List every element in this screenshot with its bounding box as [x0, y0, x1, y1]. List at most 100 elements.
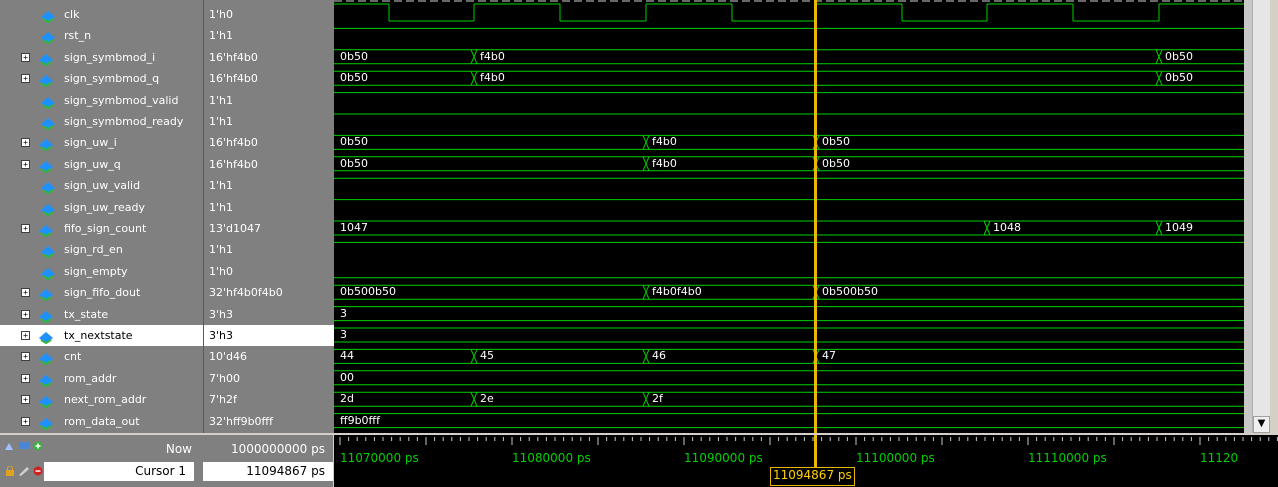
monitor-icon[interactable] [18, 441, 30, 451]
expand-icon[interactable]: + [21, 159, 30, 169]
expand-icon[interactable]: + [21, 74, 30, 84]
scroll-down-button[interactable]: ▼ [1253, 416, 1270, 433]
bus-value-label: f4b0 [480, 49, 505, 63]
bus-value-label: 46 [652, 349, 666, 363]
edit-cursor-icon[interactable] [18, 466, 30, 476]
waveform-pane[interactable]: 0b50 f4b0 0b50 0b50 f4b0 0b50 0b50 f4b0 0b50 0b50… [334, 0, 1244, 433]
signal-row[interactable]: sign_empty [0, 261, 203, 282]
bus-value-label: 1047 [340, 221, 368, 234]
cursor-time-value[interactable]: 11094867 ps [203, 462, 333, 481]
timeline-tick-label: 11110000 ps [1028, 451, 1107, 465]
signal-row[interactable]: sign_symbmod_valid [0, 90, 203, 111]
signal-row[interactable]: + sign_symbmod_q [0, 68, 203, 89]
signal-name: fifo_sign_count [64, 222, 147, 235]
signal-row[interactable]: + rom_addr [0, 368, 203, 389]
signal-name: sign_uw_q [64, 157, 121, 171]
bus-value-label: 0b50 [822, 156, 850, 170]
signal-value: 3'h3 [204, 325, 334, 346]
signal-name: rom_data_out [64, 414, 140, 428]
bus-value-label: f4b0 [480, 71, 505, 85]
signal-name: sign_uw_valid [64, 179, 141, 193]
signal-name: tx_state [64, 307, 109, 321]
bus-value-label: ff9b0fff [340, 413, 381, 427]
signal-icon [40, 180, 55, 195]
signal-row[interactable]: + tx_state [0, 304, 203, 325]
signal-row[interactable]: + sign_fifo_dout [0, 282, 203, 303]
signal-icon [38, 373, 53, 387]
signal-icon [40, 202, 55, 216]
bus-value-label: 3 [340, 306, 347, 320]
cursor-line[interactable] [814, 0, 817, 433]
signal-row[interactable]: + cnt [0, 346, 203, 367]
bus-value-label: 0b50 [822, 135, 850, 149]
cursor-name-pane: Now Cursor 1 [0, 433, 203, 487]
signal-name: cnt [64, 350, 82, 364]
delete-cursor-icon[interactable] [32, 466, 44, 476]
expand-icon[interactable]: + [21, 309, 30, 319]
signal-row[interactable]: + tx_nextstate [0, 325, 203, 346]
signal-value: 13'd1047 [209, 222, 261, 235]
waveform-canvas[interactable] [334, 0, 1244, 433]
cursor-readout[interactable]: 11094867 ps [770, 467, 855, 486]
expand-icon[interactable]: + [21, 373, 30, 383]
bus-value-label: 0b50 [1165, 49, 1193, 63]
signal-icon [38, 351, 53, 366]
signal-row[interactable]: + fifo_sign_count [0, 218, 203, 239]
signal-value: 1'h1 [209, 93, 233, 107]
signal-row[interactable]: clk [0, 4, 203, 25]
bus-value-label: 44 [340, 349, 354, 363]
signal-row[interactable]: sign_symbmod_ready [0, 111, 203, 132]
signal-row[interactable]: + rom_data_out [0, 411, 203, 432]
zoom-icon[interactable] [4, 441, 16, 451]
signal-row[interactable]: sign_rd_en [0, 239, 203, 260]
expand-icon[interactable]: + [21, 224, 30, 233]
signal-icon [38, 159, 53, 173]
signal-row[interactable]: + sign_uw_q [0, 154, 203, 175]
signal-name: tx_nextstate [64, 329, 133, 342]
signal-row[interactable]: + next_rom_addr [0, 389, 203, 410]
signal-value: 7'h2f [209, 393, 237, 407]
expand-icon[interactable]: + [21, 395, 30, 405]
expand-icon[interactable]: + [21, 288, 30, 298]
signal-value: 1'h1 [209, 29, 233, 43]
signal-value: 1'h1 [209, 179, 233, 193]
cursor-name[interactable]: Cursor 1 [44, 462, 194, 481]
signal-name: next_rom_addr [64, 393, 147, 407]
signal-icon [38, 309, 53, 323]
signal-icon [40, 244, 55, 259]
wave-pane-edge [1244, 0, 1252, 433]
bus-value-label: 0b50 [340, 156, 368, 170]
expand-icon[interactable]: + [21, 331, 30, 340]
signal-name: sign_rd_en [64, 243, 123, 257]
signal-name: sign_symbmod_i [64, 50, 156, 64]
expand-icon[interactable]: + [21, 138, 30, 148]
signal-name: rom_addr [64, 371, 117, 385]
timeline-ruler[interactable]: 11070000 ps 11080000 ps 11090000 ps 1110000… [334, 433, 1278, 487]
expand-icon[interactable]: + [21, 52, 30, 62]
expand-icon[interactable]: + [21, 416, 30, 426]
add-cursor-icon[interactable] [32, 441, 44, 451]
bus-value-label: 0b50 [1165, 71, 1193, 85]
signal-row[interactable]: + sign_uw_i [0, 132, 203, 153]
signal-icon [38, 73, 53, 88]
signal-row[interactable]: + sign_symbmod_i [0, 47, 203, 68]
signal-icon [40, 116, 55, 131]
vertical-scrollbar[interactable]: ▼ [1252, 0, 1270, 433]
signal-name: sign_uw_i [64, 136, 117, 150]
expand-icon[interactable]: + [21, 352, 30, 362]
signal-value: 1'h0 [209, 8, 233, 21]
signal-icon [40, 266, 55, 280]
bus-value-label: 00 [340, 370, 354, 384]
signal-value: 16'hf4b0 [209, 157, 258, 171]
signal-row[interactable]: sign_uw_ready [0, 197, 203, 218]
signal-name: sign_empty [64, 264, 128, 278]
lock-icon[interactable] [4, 465, 16, 476]
signal-row[interactable]: rst_n [0, 25, 203, 46]
bus-value-label: 2e [480, 392, 494, 406]
signal-value: 1'h0 [209, 264, 233, 278]
now-label: Now [165, 442, 192, 456]
signal-name: sign_symbmod_q [64, 72, 160, 86]
timeline-tick-label: 11100000 ps [856, 451, 935, 465]
signal-row[interactable]: sign_uw_valid [0, 175, 203, 196]
timeline-tick-label: 11070000 ps [340, 451, 419, 465]
